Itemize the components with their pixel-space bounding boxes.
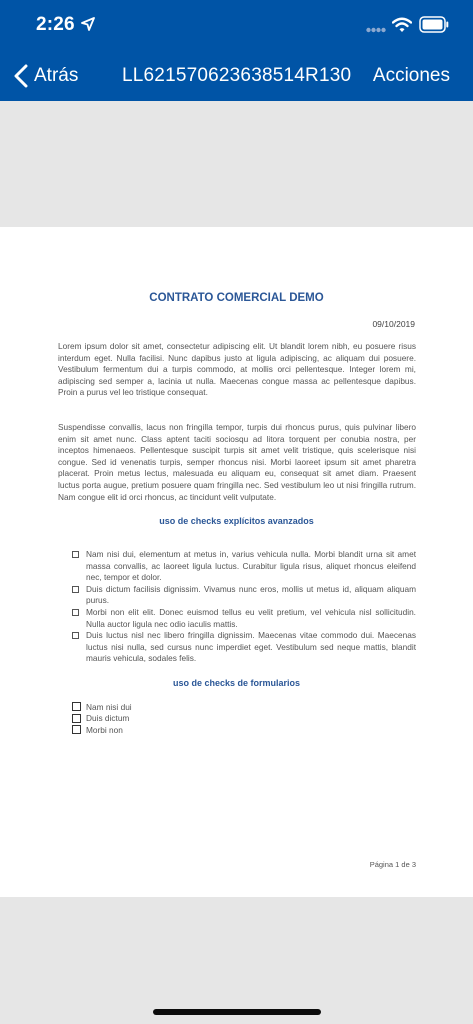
form-checkbox-row[interactable]: Morbi non — [72, 724, 132, 736]
page-number: Página 1 de 3 — [369, 860, 416, 869]
check-list-item: Morbi non elit elit. Donec euismod tellu… — [72, 607, 416, 630]
form-checkbox-group: Nam nisi dui Duis dictum Morbi non — [72, 701, 132, 736]
document-id-title: LL621570623638514R130 — [122, 65, 352, 86]
check-item-text: Duis luctus nisl nec libero fringilla di… — [86, 630, 416, 664]
document-title: CONTRATO COMERCIAL DEMO — [149, 292, 324, 304]
paragraph: Lorem ipsum dolor sit amet, consectetur … — [58, 341, 416, 398]
check-item-text: Morbi non elit elit. Donec euismod tellu… — [86, 606, 416, 629]
paragraph: Suspendisse convallis, lacus non fringil… — [58, 422, 416, 502]
document-date: 09/10/2019 — [372, 319, 415, 329]
form-checkbox[interactable] — [72, 702, 81, 712]
navigation-header: 2:26 Atrás LL621570623638514R130 Accione… — [0, 0, 473, 101]
form-checkbox-label: Morbi non — [86, 724, 123, 735]
section-title: uso de checks de formularios — [172, 678, 301, 688]
form-checkbox-label: Duis dictum — [86, 713, 130, 724]
section-title: uso de checks explícitos avanzados — [159, 516, 314, 526]
location-arrow-icon — [81, 17, 95, 31]
form-checkbox[interactable] — [72, 713, 81, 723]
check-item-text: Duis dictum facilisis dignissim. Vivamus… — [86, 583, 416, 606]
battery-icon — [419, 16, 449, 33]
form-checkbox-row[interactable]: Duis dictum — [72, 713, 132, 725]
check-list-item: Nam nisi dui, elementum at metus in, var… — [72, 549, 416, 584]
status-time: 2:26 — [36, 14, 75, 35]
status-bar: 2:26 — [0, 0, 473, 50]
checkbox-icon — [72, 585, 79, 593]
nav-bar: Atrás LL621570623638514R130 Acciones — [0, 52, 473, 98]
document-page[interactable]: CONTRATO COMERCIAL DEMO 09/10/2019 Lorem… — [0, 227, 473, 897]
back-button[interactable]: Atrás — [12, 61, 78, 91]
check-list-item: Duis dictum facilisis dignissim. Vivamus… — [72, 584, 416, 607]
explicit-check-list: Nam nisi dui, elementum at metus in, var… — [72, 549, 416, 665]
wifi-icon — [392, 17, 412, 32]
form-checkbox-label: Nam nisi dui — [86, 701, 132, 712]
checkbox-icon — [72, 608, 79, 616]
check-list-item: Duis luctus nisl nec libero fringilla di… — [72, 630, 416, 665]
form-checkbox[interactable] — [72, 725, 81, 735]
cellular-signal-icon — [366, 27, 386, 33]
check-item-text: Nam nisi dui, elementum at metus in, var… — [86, 549, 416, 583]
checkbox-icon — [72, 632, 79, 640]
chevron-left-icon — [14, 64, 28, 88]
actions-button[interactable]: Acciones — [373, 65, 450, 87]
form-checkbox-row[interactable]: Nam nisi dui — [72, 701, 132, 713]
back-label: Atrás — [34, 65, 79, 86]
checkbox-icon — [72, 551, 79, 558]
home-indicator[interactable] — [153, 1009, 321, 1015]
